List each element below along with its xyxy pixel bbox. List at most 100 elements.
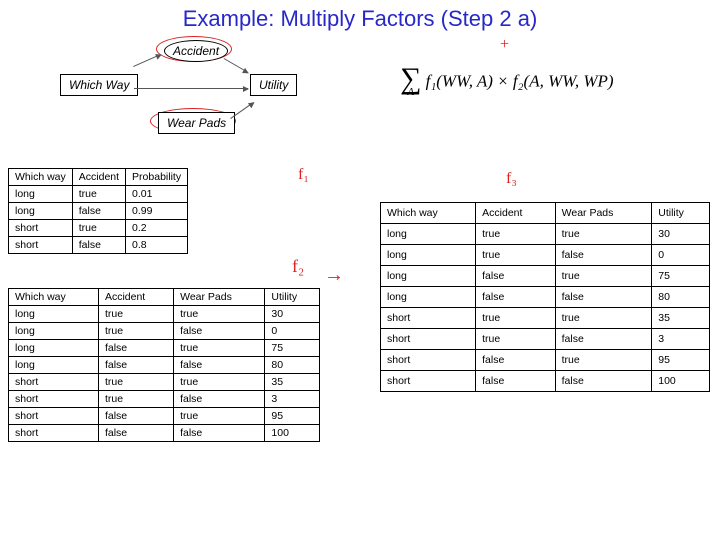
table-cell: false: [555, 329, 652, 350]
table-row: longtruefalse0: [381, 245, 710, 266]
table-cell: true: [476, 329, 556, 350]
hand-f1: f₁: [298, 166, 309, 184]
table-cell: 0.01: [126, 186, 188, 203]
table-cell: true: [72, 186, 125, 203]
t2-h1: Accident: [98, 289, 173, 306]
table-cell: false: [476, 266, 556, 287]
t2-body: longtruetrue30longtruefalse0longfalsetru…: [9, 306, 320, 442]
table-row: shorttruetrue35: [9, 374, 320, 391]
table-cell: long: [9, 357, 99, 374]
table-cell: false: [174, 391, 265, 408]
arrow-acc-util: [224, 58, 249, 73]
arrow-ww-util: [134, 88, 248, 89]
table-cell: true: [98, 391, 173, 408]
table-row: longfalse0.99: [9, 203, 188, 220]
table-row: shortfalsefalse100: [9, 425, 320, 442]
formula: ∑A f₁(WW, A) × f₂(A, WW, WP): [400, 68, 614, 97]
table-row: longtruetrue30: [381, 224, 710, 245]
node-wear-pads: Wear Pads: [158, 112, 235, 134]
table-f3: Which way Accident Wear Pads Utility lon…: [380, 202, 710, 392]
table-cell: true: [555, 266, 652, 287]
table-cell: 0: [652, 245, 710, 266]
table-cell: true: [555, 350, 652, 371]
table-cell: long: [9, 306, 99, 323]
arrow-wp-util: [230, 102, 254, 119]
table-cell: true: [98, 374, 173, 391]
table-cell: short: [381, 308, 476, 329]
table-row: longtruefalse0: [9, 323, 320, 340]
table-cell: long: [381, 266, 476, 287]
table-cell: false: [98, 357, 173, 374]
table-cell: short: [9, 220, 73, 237]
t3-body: longtruetrue30longtruefalse0longfalsetru…: [381, 224, 710, 392]
table-cell: false: [174, 323, 265, 340]
network-diagram: Accident Which Way Utility Wear Pads: [60, 40, 320, 150]
table-row: longtruetrue30: [9, 306, 320, 323]
arrow-ww-acc: [133, 54, 161, 67]
sigma-icon: ∑A: [400, 68, 421, 97]
table-cell: true: [476, 245, 556, 266]
table-cell: short: [381, 350, 476, 371]
table-cell: false: [98, 425, 173, 442]
t3-h3: Utility: [652, 203, 710, 224]
table-cell: false: [555, 245, 652, 266]
table-cell: long: [381, 287, 476, 308]
table-cell: long: [9, 323, 99, 340]
slide-title: Example: Multiply Factors (Step 2 a): [0, 6, 720, 32]
table-cell: 30: [265, 306, 320, 323]
table-row: longtrue0.01: [9, 186, 188, 203]
t3-h0: Which way: [381, 203, 476, 224]
table-f1: Which way Accident Probability longtrue0…: [8, 168, 188, 254]
table-cell: 3: [652, 329, 710, 350]
table-cell: false: [174, 357, 265, 374]
table-row: shortfalsefalse100: [381, 371, 710, 392]
table-cell: true: [72, 220, 125, 237]
table-cell: false: [476, 371, 556, 392]
table-cell: 95: [652, 350, 710, 371]
table-cell: 0: [265, 323, 320, 340]
t1-h1: Accident: [72, 169, 125, 186]
table-cell: short: [381, 329, 476, 350]
t2-h0: Which way: [9, 289, 99, 306]
node-utility: Utility: [250, 74, 297, 96]
table-cell: short: [9, 237, 73, 254]
hand-f3: f₃: [506, 170, 517, 188]
table-cell: short: [381, 371, 476, 392]
table-cell: 0.2: [126, 220, 188, 237]
table-row: shortfalse0.8: [9, 237, 188, 254]
table-cell: 0.99: [126, 203, 188, 220]
table-cell: false: [98, 340, 173, 357]
table-cell: false: [174, 425, 265, 442]
table-row: shorttrue0.2: [9, 220, 188, 237]
table-cell: true: [98, 306, 173, 323]
node-accident: Accident: [164, 40, 228, 62]
table-cell: 3: [265, 391, 320, 408]
table-cell: true: [174, 306, 265, 323]
table-cell: 75: [265, 340, 320, 357]
table-cell: 75: [652, 266, 710, 287]
hand-f2: f₂: [292, 256, 304, 277]
t1-body: longtrue0.01longfalse0.99shorttrue0.2sho…: [9, 186, 188, 254]
table-cell: false: [555, 287, 652, 308]
table-row: shortfalsetrue95: [9, 408, 320, 425]
table-f2: Which way Accident Wear Pads Utility lon…: [8, 288, 320, 442]
table-cell: 100: [652, 371, 710, 392]
table-cell: long: [9, 340, 99, 357]
formula-body: f₁(WW, A) × f₂(A, WW, WP): [426, 71, 614, 90]
table-cell: true: [98, 323, 173, 340]
sigma-subscript: A: [400, 89, 421, 97]
table-row: longfalsetrue75: [381, 266, 710, 287]
table-cell: false: [555, 371, 652, 392]
table-cell: true: [476, 308, 556, 329]
table-cell: short: [9, 425, 99, 442]
table-cell: true: [476, 224, 556, 245]
table-row: longfalsefalse80: [9, 357, 320, 374]
table-cell: long: [381, 224, 476, 245]
table-cell: false: [476, 350, 556, 371]
table-cell: true: [174, 374, 265, 391]
table-row: shortfalsetrue95: [381, 350, 710, 371]
table-cell: false: [476, 287, 556, 308]
table-cell: false: [98, 408, 173, 425]
table-cell: true: [555, 224, 652, 245]
table-row: shorttruetrue35: [381, 308, 710, 329]
